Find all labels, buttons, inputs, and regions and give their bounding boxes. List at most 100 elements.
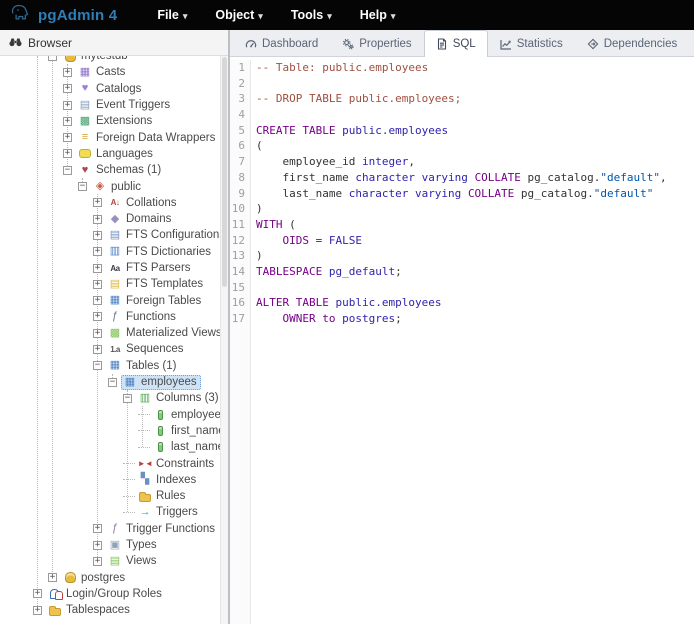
tree-node[interactable]: ▚Indexes — [136, 472, 200, 487]
tree-node[interactable]: Rules — [136, 489, 189, 504]
collapse-toggle-icon[interactable]: − — [93, 361, 102, 370]
tree-item-event-triggers[interactable]: + ▤Event Triggers — [0, 97, 228, 113]
expand-toggle-icon[interactable]: + — [33, 606, 42, 615]
tree-item-mytestdb[interactable]: −mytestdb — [0, 56, 228, 64]
tree-node[interactable]: 1.aSequences — [106, 342, 188, 357]
tree-item-trigger-functions[interactable]: + ƒTrigger Functions — [0, 521, 228, 537]
tree-item-first-name[interactable]: first_name — [0, 423, 228, 439]
tree-item-catalogs[interactable]: + ♥Catalogs — [0, 81, 228, 97]
collapse-toggle-icon[interactable]: − — [63, 166, 72, 175]
expand-toggle-icon[interactable]: + — [93, 329, 102, 338]
expand-toggle-icon[interactable]: + — [63, 133, 72, 142]
expand-toggle-icon[interactable]: + — [33, 589, 42, 598]
tree-node[interactable]: ▩Extensions — [76, 114, 156, 129]
expand-toggle-icon[interactable]: + — [93, 215, 102, 224]
menu-object[interactable]: Object▾ — [205, 4, 272, 26]
tree-node[interactable]: ▣Types — [106, 538, 161, 553]
sql-editor[interactable]: 1234567891011121314151617 -- Table: publ… — [230, 57, 694, 624]
tree-item-functions[interactable]: + ƒFunctions — [0, 309, 228, 325]
tree-item-tables-1[interactable]: −▦Tables (1) — [0, 358, 228, 374]
tree-scrollbar[interactable] — [220, 56, 228, 624]
tree-item-sequences[interactable]: +1.aSequences — [0, 341, 228, 357]
expand-toggle-icon[interactable]: + — [63, 68, 72, 77]
tree-node[interactable]: ▤Event Triggers — [76, 98, 174, 113]
tree-node[interactable]: ▤FTS Templates — [106, 277, 207, 292]
tree-node[interactable]: ▤Views — [106, 554, 160, 569]
tree-item-triggers[interactable]: →Triggers — [0, 504, 228, 520]
tree-node[interactable]: ≡Foreign Data Wrappers — [76, 130, 219, 145]
tree-item-extensions[interactable]: + ▩Extensions — [0, 113, 228, 129]
tree-node[interactable]: postgres — [61, 570, 129, 585]
expand-toggle-icon[interactable]: + — [93, 541, 102, 550]
sql-code[interactable]: -- Table: public.employees -- DROP TABLE… — [251, 60, 694, 624]
tree-item-foreign-tables[interactable]: +▦Foreign Tables — [0, 292, 228, 308]
tree-item-employee-id[interactable]: employee_id — [0, 407, 228, 423]
tree-item-tablespaces[interactable]: +Tablespaces — [0, 602, 228, 618]
tree-node[interactable]: Login/Group Roles — [46, 586, 166, 601]
tree-item-schemas-1[interactable]: −♥Schemas (1) — [0, 162, 228, 178]
tree-item-materialized-views[interactable]: + ▩Materialized Views — [0, 325, 228, 341]
tree-node[interactable]: A↓Collations — [106, 195, 181, 210]
tree-node[interactable]: ▦Tables (1) — [106, 358, 181, 373]
tree-item-collations[interactable]: + A↓Collations — [0, 195, 228, 211]
tree-item-fts-dictionaries[interactable]: +▥FTS Dictionaries — [0, 244, 228, 260]
tree-node[interactable]: first_name — [151, 423, 228, 438]
tree-node[interactable]: ◆Domains — [106, 212, 175, 227]
object-browser-tree[interactable]: −mytestdb+▦Casts+♥Catalogs+▤Event Trigge… — [0, 56, 228, 624]
expand-toggle-icon[interactable]: + — [63, 84, 72, 93]
expand-toggle-icon[interactable]: + — [63, 117, 72, 126]
expand-toggle-icon[interactable]: + — [93, 296, 102, 305]
tree-node[interactable]: →Triggers — [136, 505, 202, 520]
expand-toggle-icon[interactable]: + — [93, 198, 102, 207]
expand-toggle-icon[interactable]: + — [93, 280, 102, 289]
expand-toggle-icon[interactable]: + — [63, 149, 72, 158]
collapse-toggle-icon[interactable]: − — [78, 182, 87, 191]
menu-file[interactable]: File▾ — [147, 4, 197, 26]
tab-statistics[interactable]: Statistics — [488, 31, 575, 56]
tab-dashboard[interactable]: Dashboard — [233, 31, 330, 56]
tab-dependencies[interactable]: Dependencies — [575, 31, 690, 56]
expand-toggle-icon[interactable]: + — [93, 557, 102, 566]
tree-item-employees[interactable]: −▦employees — [0, 374, 228, 390]
expand-toggle-icon[interactable]: + — [93, 345, 102, 354]
tree-node-selected[interactable]: ▦employees — [121, 375, 201, 390]
expand-toggle-icon[interactable]: + — [93, 312, 102, 321]
tree-node[interactable]: ƒFunctions — [106, 309, 180, 324]
tree-node[interactable]: ♥Catalogs — [76, 81, 145, 96]
tree-item-languages[interactable]: + Languages — [0, 146, 228, 162]
tree-item-types[interactable]: + ▣Types — [0, 537, 228, 553]
expand-toggle-icon[interactable]: + — [48, 573, 57, 582]
tree-node[interactable]: ►◄Constraints — [136, 456, 218, 471]
tab-sql[interactable]: SQL — [424, 30, 488, 57]
menu-help[interactable]: Help▾ — [350, 4, 406, 26]
expand-toggle-icon[interactable]: + — [63, 101, 72, 110]
tree-item-columns-3[interactable]: −▥Columns (3) — [0, 390, 228, 406]
expand-toggle-icon[interactable]: + — [93, 524, 102, 533]
tree-node[interactable]: Languages — [76, 146, 157, 161]
tree-item-foreign-data-wrappers[interactable]: + ≡Foreign Data Wrappers — [0, 129, 228, 145]
tree-node[interactable]: ▥Columns (3) — [136, 391, 223, 406]
tree-item-views[interactable]: + ▤Views — [0, 553, 228, 569]
tree-node[interactable]: ▤FTS Configurations — [106, 228, 228, 243]
tree-item-casts[interactable]: + ▦Casts — [0, 64, 228, 80]
tree-node[interactable]: ▩Materialized Views — [106, 326, 226, 341]
tree-node[interactable]: mytestdb — [61, 56, 132, 64]
tree-item-rules[interactable]: Rules — [0, 488, 228, 504]
tree-node[interactable]: ▦Casts — [76, 65, 129, 80]
tree-item-fts-templates[interactable]: + ▤FTS Templates — [0, 276, 228, 292]
tree-item-constraints[interactable]: ►◄Constraints — [0, 455, 228, 471]
tree-node[interactable]: employee_id — [151, 407, 228, 422]
tree-item-last-name[interactable]: last_name — [0, 439, 228, 455]
menu-tools[interactable]: Tools▾ — [281, 4, 342, 26]
tab-properties[interactable]: Properties — [330, 31, 423, 56]
expand-toggle-icon[interactable]: + — [93, 247, 102, 256]
collapse-toggle-icon[interactable]: − — [108, 378, 117, 387]
collapse-toggle-icon[interactable]: − — [48, 56, 57, 61]
tree-node[interactable]: ƒTrigger Functions — [106, 521, 219, 536]
tree-node[interactable]: ◈public — [91, 179, 145, 194]
tree-scrollbar-thumb[interactable] — [222, 57, 227, 287]
tree-item-fts-configurations[interactable]: +▤FTS Configurations — [0, 227, 228, 243]
tree-item-public[interactable]: −◈public — [0, 178, 228, 194]
tree-node[interactable]: last_name — [151, 440, 228, 455]
tree-item-indexes[interactable]: ▚Indexes — [0, 472, 228, 488]
